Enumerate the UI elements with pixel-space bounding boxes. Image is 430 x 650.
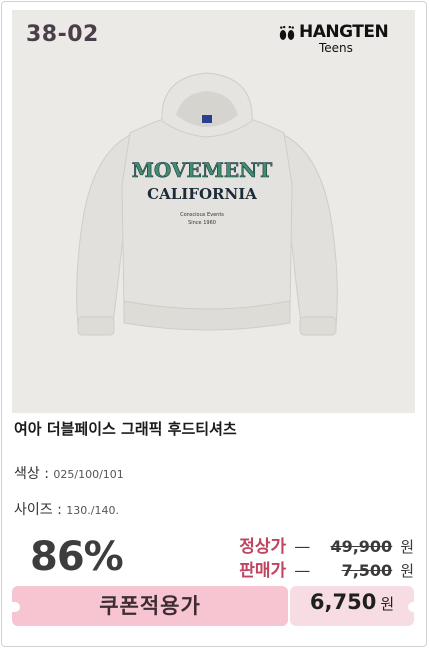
color-options: 색상 : 025/100/101 bbox=[14, 463, 124, 483]
product-image[interactable]: 38-02 HANGTEN Teens MOVEMENT CALIFORNIA … bbox=[12, 10, 415, 413]
size-values: 130./140. bbox=[66, 504, 119, 517]
discount-rate: 86% bbox=[30, 534, 124, 580]
brand-name: HANGTEN bbox=[299, 22, 389, 42]
print-line-2: CALIFORNIA bbox=[147, 185, 257, 203]
print-line-4: Since 1960 bbox=[188, 220, 216, 226]
sale-currency: 원 bbox=[400, 562, 414, 580]
regular-dash: — bbox=[294, 537, 311, 556]
sale-price-row: 판매가 — 7,500 원 bbox=[239, 556, 414, 581]
brand-logo: HANGTEN Teens bbox=[277, 22, 397, 56]
color-values: 025/100/101 bbox=[53, 468, 124, 481]
sale-dash: — bbox=[294, 561, 311, 580]
coupon-label: 쿠폰적용가 bbox=[99, 594, 201, 618]
color-label: 색상 bbox=[14, 466, 40, 482]
coupon-price-currency: 원 bbox=[380, 595, 395, 613]
footprint-icon bbox=[279, 25, 295, 40]
sale-price: 7,500 bbox=[341, 561, 393, 580]
hoodie-illustration: MOVEMENT CALIFORNIA Conscious Events Sin… bbox=[76, 72, 338, 336]
brand-sub: Teens bbox=[319, 41, 353, 55]
size-options: 사이즈 : 130./140. bbox=[14, 499, 119, 519]
product-code: 38-02 bbox=[26, 22, 99, 47]
product-title[interactable]: 여아 더블페이스 그래픽 후드티셔츠 bbox=[14, 418, 237, 439]
print-line-3: Conscious Events bbox=[180, 212, 224, 218]
color-separator: : bbox=[39, 466, 54, 482]
coupon-price-value: 6,750 bbox=[309, 590, 377, 614]
regular-price-label: 정상가 bbox=[239, 537, 287, 557]
coupon-price: 6,750 원 bbox=[290, 590, 414, 614]
size-label: 사이즈 bbox=[14, 502, 53, 518]
regular-price-row: 정상가 — 49,900 원 bbox=[239, 532, 414, 557]
sale-price-label: 판매가 bbox=[239, 561, 287, 581]
size-separator: : bbox=[52, 502, 67, 518]
regular-currency: 원 bbox=[400, 538, 414, 556]
print-line-1: MOVEMENT bbox=[132, 158, 273, 182]
regular-price: 49,900 bbox=[330, 537, 393, 556]
